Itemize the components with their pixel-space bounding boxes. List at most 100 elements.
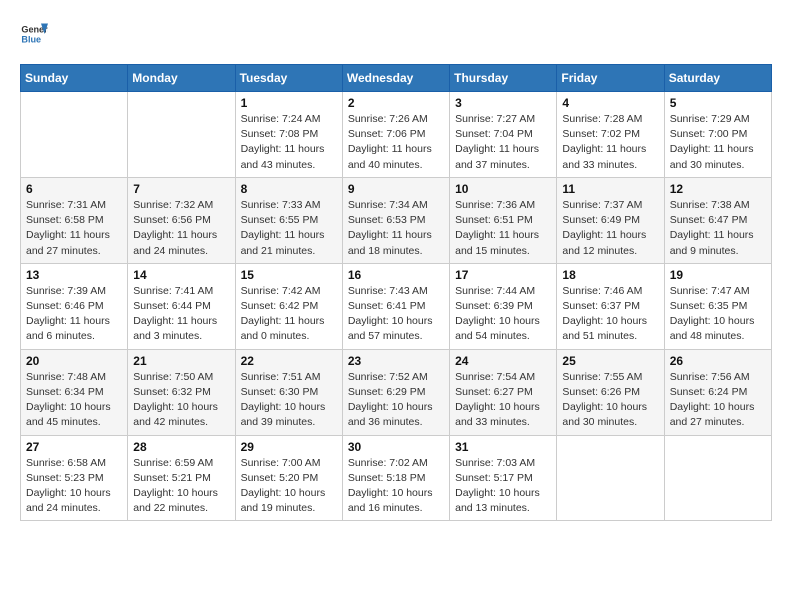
day-number: 6 (26, 182, 122, 196)
day-info: Sunrise: 7:38 AM Sunset: 6:47 PM Dayligh… (670, 198, 766, 259)
day-number: 2 (348, 96, 444, 110)
calendar-week-3: 13 Sunrise: 7:39 AM Sunset: 6:46 PM Dayli… (21, 263, 772, 349)
day-info: Sunrise: 7:51 AM Sunset: 6:30 PM Dayligh… (241, 370, 337, 431)
day-info: Sunrise: 7:32 AM Sunset: 6:56 PM Dayligh… (133, 198, 229, 259)
calendar-cell: 18 Sunrise: 7:46 AM Sunset: 6:37 PM Dayli… (557, 263, 664, 349)
day-info: Sunrise: 7:39 AM Sunset: 6:46 PM Dayligh… (26, 284, 122, 345)
calendar-cell (128, 92, 235, 178)
calendar-cell: 13 Sunrise: 7:39 AM Sunset: 6:46 PM Dayli… (21, 263, 128, 349)
logo: General Blue (20, 20, 48, 48)
weekday-header-wednesday: Wednesday (342, 65, 449, 92)
day-number: 5 (670, 96, 766, 110)
day-info: Sunrise: 7:55 AM Sunset: 6:26 PM Dayligh… (562, 370, 658, 431)
day-info: Sunrise: 7:46 AM Sunset: 6:37 PM Dayligh… (562, 284, 658, 345)
calendar-cell: 26 Sunrise: 7:56 AM Sunset: 6:24 PM Dayli… (664, 349, 771, 435)
logo-icon: General Blue (20, 20, 48, 48)
day-info: Sunrise: 7:48 AM Sunset: 6:34 PM Dayligh… (26, 370, 122, 431)
calendar-week-2: 6 Sunrise: 7:31 AM Sunset: 6:58 PM Daylig… (21, 177, 772, 263)
calendar-cell: 10Sunrise: 7:36 AM Sunset: 6:51 PM Dayli… (450, 177, 557, 263)
day-number: 23 (348, 354, 444, 368)
day-info: Sunrise: 6:58 AM Sunset: 5:23 PM Dayligh… (26, 456, 122, 517)
day-number: 22 (241, 354, 337, 368)
calendar-cell: 3 Sunrise: 7:27 AM Sunset: 7:04 PM Daylig… (450, 92, 557, 178)
calendar-cell: 25Sunrise: 7:55 AM Sunset: 6:26 PM Dayli… (557, 349, 664, 435)
day-number: 14 (133, 268, 229, 282)
day-info: Sunrise: 7:29 AM Sunset: 7:00 PM Dayligh… (670, 112, 766, 173)
day-number: 1 (241, 96, 337, 110)
day-number: 20 (26, 354, 122, 368)
day-number: 17 (455, 268, 551, 282)
day-info: Sunrise: 7:26 AM Sunset: 7:06 PM Dayligh… (348, 112, 444, 173)
day-info: Sunrise: 7:00 AM Sunset: 5:20 PM Dayligh… (241, 456, 337, 517)
calendar-cell: 24 Sunrise: 7:54 AM Sunset: 6:27 PM Dayli… (450, 349, 557, 435)
day-info: Sunrise: 7:27 AM Sunset: 7:04 PM Dayligh… (455, 112, 551, 173)
day-number: 30 (348, 440, 444, 454)
svg-text:Blue: Blue (21, 34, 41, 44)
calendar-cell: 28 Sunrise: 6:59 AM Sunset: 5:21 PM Dayli… (128, 435, 235, 521)
day-info: Sunrise: 7:43 AM Sunset: 6:41 PM Dayligh… (348, 284, 444, 345)
calendar-cell: 7Sunrise: 7:32 AM Sunset: 6:56 PM Daylig… (128, 177, 235, 263)
day-number: 15 (241, 268, 337, 282)
day-info: Sunrise: 7:33 AM Sunset: 6:55 PM Dayligh… (241, 198, 337, 259)
day-number: 29 (241, 440, 337, 454)
weekday-header-saturday: Saturday (664, 65, 771, 92)
day-info: Sunrise: 7:31 AM Sunset: 6:58 PM Dayligh… (26, 198, 122, 259)
weekday-header-tuesday: Tuesday (235, 65, 342, 92)
calendar-cell: 12 Sunrise: 7:38 AM Sunset: 6:47 PM Dayli… (664, 177, 771, 263)
day-info: Sunrise: 7:42 AM Sunset: 6:42 PM Dayligh… (241, 284, 337, 345)
calendar-cell: 17 Sunrise: 7:44 AM Sunset: 6:39 PM Dayli… (450, 263, 557, 349)
calendar-cell: 21 Sunrise: 7:50 AM Sunset: 6:32 PM Dayli… (128, 349, 235, 435)
day-info: Sunrise: 7:37 AM Sunset: 6:49 PM Dayligh… (562, 198, 658, 259)
calendar-cell: 31 Sunrise: 7:03 AM Sunset: 5:17 PM Dayli… (450, 435, 557, 521)
day-number: 16 (348, 268, 444, 282)
day-number: 21 (133, 354, 229, 368)
day-number: 12 (670, 182, 766, 196)
calendar-cell: 4 Sunrise: 7:28 AM Sunset: 7:02 PM Daylig… (557, 92, 664, 178)
calendar-cell (557, 435, 664, 521)
day-number: 3 (455, 96, 551, 110)
day-info: Sunrise: 7:44 AM Sunset: 6:39 PM Dayligh… (455, 284, 551, 345)
day-info: Sunrise: 7:03 AM Sunset: 5:17 PM Dayligh… (455, 456, 551, 517)
calendar-cell: 2 Sunrise: 7:26 AM Sunset: 7:06 PM Daylig… (342, 92, 449, 178)
calendar-cell: 9Sunrise: 7:34 AM Sunset: 6:53 PM Daylig… (342, 177, 449, 263)
calendar-cell: 29 Sunrise: 7:00 AM Sunset: 5:20 PM Dayli… (235, 435, 342, 521)
weekday-header-row: SundayMondayTuesdayWednesdayThursdayFrid… (21, 65, 772, 92)
calendar-cell (21, 92, 128, 178)
day-number: 31 (455, 440, 551, 454)
day-info: Sunrise: 7:56 AM Sunset: 6:24 PM Dayligh… (670, 370, 766, 431)
day-info: Sunrise: 7:54 AM Sunset: 6:27 PM Dayligh… (455, 370, 551, 431)
day-number: 19 (670, 268, 766, 282)
calendar-cell: 6 Sunrise: 7:31 AM Sunset: 6:58 PM Daylig… (21, 177, 128, 263)
calendar-week-4: 20 Sunrise: 7:48 AM Sunset: 6:34 PM Dayli… (21, 349, 772, 435)
day-info: Sunrise: 7:41 AM Sunset: 6:44 PM Dayligh… (133, 284, 229, 345)
day-info: Sunrise: 7:02 AM Sunset: 5:18 PM Dayligh… (348, 456, 444, 517)
day-info: Sunrise: 6:59 AM Sunset: 5:21 PM Dayligh… (133, 456, 229, 517)
day-number: 11 (562, 182, 658, 196)
day-info: Sunrise: 7:36 AM Sunset: 6:51 PM Dayligh… (455, 198, 551, 259)
day-number: 26 (670, 354, 766, 368)
weekday-header-thursday: Thursday (450, 65, 557, 92)
day-info: Sunrise: 7:52 AM Sunset: 6:29 PM Dayligh… (348, 370, 444, 431)
weekday-header-monday: Monday (128, 65, 235, 92)
day-number: 9 (348, 182, 444, 196)
day-number: 8 (241, 182, 337, 196)
calendar-cell: 11 Sunrise: 7:37 AM Sunset: 6:49 PM Dayli… (557, 177, 664, 263)
calendar-cell: 22 Sunrise: 7:51 AM Sunset: 6:30 PM Dayli… (235, 349, 342, 435)
day-number: 28 (133, 440, 229, 454)
calendar-cell: 27 Sunrise: 6:58 AM Sunset: 5:23 PM Dayli… (21, 435, 128, 521)
page-header: General Blue (20, 20, 772, 48)
day-number: 24 (455, 354, 551, 368)
day-number: 13 (26, 268, 122, 282)
day-info: Sunrise: 7:24 AM Sunset: 7:08 PM Dayligh… (241, 112, 337, 173)
calendar-cell (664, 435, 771, 521)
day-info: Sunrise: 7:28 AM Sunset: 7:02 PM Dayligh… (562, 112, 658, 173)
day-number: 4 (562, 96, 658, 110)
day-number: 27 (26, 440, 122, 454)
calendar-cell: 30 Sunrise: 7:02 AM Sunset: 5:18 PM Dayli… (342, 435, 449, 521)
day-info: Sunrise: 7:50 AM Sunset: 6:32 PM Dayligh… (133, 370, 229, 431)
day-number: 18 (562, 268, 658, 282)
calendar-cell: 19Sunrise: 7:47 AM Sunset: 6:35 PM Dayli… (664, 263, 771, 349)
calendar-week-1: 1 Sunrise: 7:24 AM Sunset: 7:08 PM Daylig… (21, 92, 772, 178)
weekday-header-sunday: Sunday (21, 65, 128, 92)
calendar-cell: 1 Sunrise: 7:24 AM Sunset: 7:08 PM Daylig… (235, 92, 342, 178)
